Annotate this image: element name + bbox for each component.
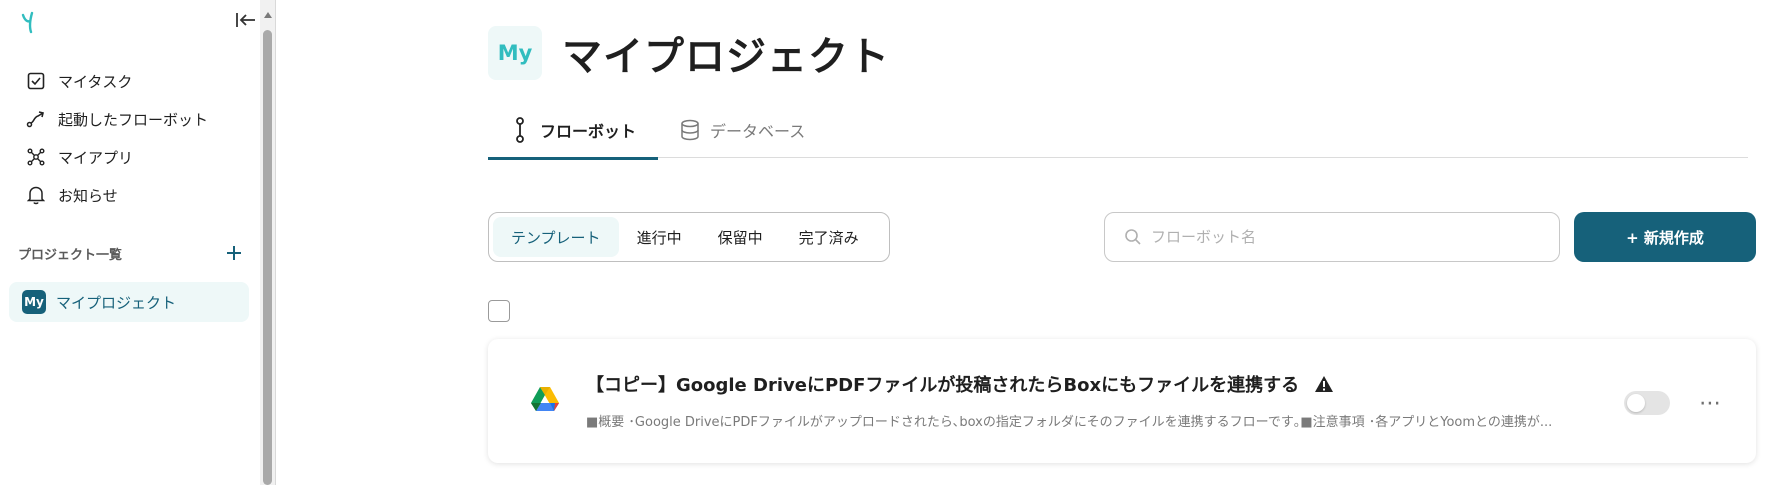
sidebar-item-notifications[interactable]: お知らせ [14,176,250,214]
sidebar-item-label: マイプロジェクト [56,293,177,312]
add-project-icon[interactable] [220,239,248,267]
tab-label: フローボット [540,122,637,141]
sidebar-item-launched-flows[interactable]: 起動したフローボット [14,100,250,138]
project-badge: My [488,26,542,80]
page-header: My マイプロジェクト [488,24,890,82]
sidebar: マイタスク 起動したフローボット マイアプリ お知らせ プロジェクト一覧 My [0,0,260,485]
flow-arrow-icon [24,107,48,131]
flowbot-title-row: 【コピー】Google DriveにPDFファイルが投稿されたらBoxにもファイ… [586,371,1335,397]
sidebar-item-my-project[interactable]: My マイプロジェクト [9,282,249,322]
flowbot-search [1104,212,1560,262]
filter-template-button[interactable]: テンプレート [493,217,619,257]
flowbot-enable-toggle[interactable] [1624,391,1670,415]
sidebar-item-label: マイタスク [58,72,133,91]
toggle-knob [1627,394,1645,412]
checkbox-icon [24,69,48,93]
create-new-button[interactable]: + 新規作成 [1574,212,1756,262]
google-drive-icon [530,385,560,413]
project-list-header: プロジェクト一覧 [18,238,248,268]
database-icon [680,117,700,143]
filter-completed-button[interactable]: 完了済み [781,217,877,257]
sidebar-nav: マイタスク 起動したフローボット マイアプリ お知らせ [14,62,250,214]
flowbot-card[interactable]: 【コピー】Google DriveにPDFファイルが投稿されたらBoxにもファイ… [488,339,1756,463]
project-list-label: プロジェクト一覧 [18,247,123,263]
bell-icon [24,183,48,207]
tab-bar: フローボット データベース [488,102,1748,160]
warning-icon [1313,374,1335,394]
tab-database[interactable]: データベース [658,102,827,158]
flowbot-description: ■概要 ･Google DriveにPDFファイルがアップロードされたら､box… [586,415,1553,430]
app-network-icon [24,145,48,169]
main-content: My マイプロジェクト フローボット データベース テンプレート 進行中 保留中… [276,0,1772,485]
sidebar-item-label: マイアプリ [58,148,134,167]
filter-on-hold-button[interactable]: 保留中 [700,217,781,257]
select-all-checkbox[interactable] [488,300,510,322]
sidebar-scrollbar-thumb[interactable] [263,30,272,485]
page-title: マイプロジェクト [562,34,890,80]
collapse-sidebar-icon[interactable] [233,8,259,32]
tab-flowbot[interactable]: フローボット [488,102,659,160]
sidebar-item-my-apps[interactable]: マイアプリ [14,138,250,176]
yoom-logo-icon[interactable] [18,8,44,38]
flowbot-icon [510,117,530,143]
status-filter-group: テンプレート 進行中 保留中 完了済み [488,212,890,262]
flowbot-title: 【コピー】Google DriveにPDFファイルが投稿されたらBoxにもファイ… [586,375,1300,396]
more-options-icon[interactable]: ⋯ [1694,389,1728,417]
search-icon [1123,227,1143,247]
tab-label: データベース [710,122,806,141]
filter-in-progress-button[interactable]: 進行中 [619,217,700,257]
sidebar-item-label: 起動したフローボット [58,110,209,129]
scroll-up-icon[interactable] [261,8,274,22]
sidebar-item-label: お知らせ [58,186,118,205]
search-input[interactable] [1151,228,1551,246]
project-badge: My [22,290,46,314]
sidebar-item-my-tasks[interactable]: マイタスク [14,62,250,100]
